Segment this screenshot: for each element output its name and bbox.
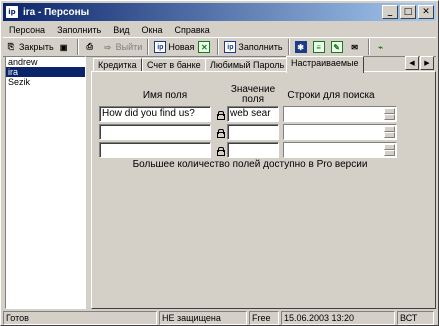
search-strings-spinner[interactable] <box>384 108 395 120</box>
exit-label: Выйти <box>115 42 143 52</box>
field-value-input[interactable] <box>227 142 279 158</box>
tab-favorite-password[interactable]: Любимый Пароль <box>205 58 290 72</box>
ip-new-icon: ip <box>154 41 167 53</box>
person-item-sezik[interactable]: Sezik <box>6 77 85 87</box>
status-bar: Готов НЕ защищена Free 15.06.2003 13:20 … <box>3 311 436 325</box>
window-title: ira - Персоны <box>23 6 90 18</box>
search-strings-input[interactable] <box>283 106 397 122</box>
toolbar: ⎘ Закрыть ▣ ⎙ ⇨ Выйти ip Новая ✕ ip Запо… <box>3 37 436 57</box>
menu-person[interactable]: Персона <box>3 25 51 35</box>
toolbar-separator <box>147 39 150 55</box>
star-icon: ✱ <box>294 41 307 53</box>
new-label: Новая <box>168 42 195 52</box>
list-icon: ≡ <box>312 41 325 53</box>
field-name-input[interactable] <box>99 124 211 140</box>
exit-button[interactable]: ⇨ Выйти <box>100 38 145 56</box>
persons-list[interactable]: andrew ira Sezik <box>5 56 86 309</box>
printer-icon: ⎙ <box>86 42 93 51</box>
header-search: Строки для поиска <box>287 90 375 101</box>
status-license: Free <box>249 311 279 325</box>
tab-strip: Кредитка Счет в банке Любимый Пароль Нас… <box>91 56 436 73</box>
star-button[interactable]: ✱ <box>293 38 311 56</box>
tab-custom[interactable]: Настраиваемые <box>286 56 364 73</box>
search-strings-input[interactable] <box>283 124 397 140</box>
toolbar-separator <box>287 39 290 55</box>
delete-x-icon: ✕ <box>198 41 211 53</box>
tab-scroll-right[interactable]: ▶ <box>420 56 434 70</box>
fill-label: Заполнить <box>238 42 283 52</box>
menu-windows[interactable]: Окна <box>136 25 169 35</box>
person-item-andrew[interactable]: andrew <box>6 57 85 67</box>
app-icon: ip <box>5 5 19 19</box>
mail-button[interactable]: ✉ <box>347 38 365 56</box>
persons-window: ip ira - Персоны _ □ ✕ Персона Заполнить… <box>0 0 439 326</box>
field-value-input[interactable]: web sear <box>227 106 279 122</box>
new-person-button[interactable]: ip Новая <box>152 38 196 56</box>
close-label: Закрыть <box>19 42 54 52</box>
title-bar[interactable]: ip ira - Персоны _ □ ✕ <box>3 3 436 21</box>
search-strings-input[interactable] <box>283 142 397 158</box>
tab-bank-account[interactable]: Счет в банке <box>142 58 206 72</box>
search-strings-spinner[interactable] <box>384 126 395 138</box>
menu-bar: Персона Заполнить Вид Окна Справка <box>3 22 436 37</box>
list-button[interactable]: ≡ <box>311 38 329 56</box>
header-value: Значение поля <box>230 84 276 105</box>
close-button[interactable]: ✕ <box>418 5 434 19</box>
pro-version-note: Большее количество полей доступно в Pro … <box>132 159 368 170</box>
minimize-button[interactable]: _ <box>382 5 398 19</box>
status-day: ВСТ <box>397 311 434 325</box>
status-state: Готов <box>3 311 157 325</box>
search-strings-spinner[interactable] <box>384 144 395 156</box>
save-button[interactable]: ▣ <box>56 38 74 56</box>
close-person-button[interactable]: ⎘ Закрыть <box>3 38 56 56</box>
plugin-button[interactable]: ⌁ <box>373 38 391 56</box>
toolbar-separator <box>367 39 370 55</box>
header-field-name: Имя поля <box>142 90 188 101</box>
fill-button[interactable]: ip Заполнить <box>222 38 284 56</box>
status-datetime: 15.06.2003 13:20 <box>281 311 395 325</box>
tab-credit-card[interactable]: Кредитка <box>93 58 142 72</box>
lock-icon[interactable] <box>215 128 225 138</box>
person-item-ira[interactable]: ira <box>6 67 85 77</box>
lock-icon[interactable] <box>215 110 225 120</box>
maximize-button[interactable]: □ <box>400 5 416 19</box>
toolbar-separator <box>76 39 79 55</box>
status-protection: НЕ защищена <box>159 311 247 325</box>
close-doc-icon: ⎘ <box>7 42 15 51</box>
pencil-icon: ✎ <box>330 41 343 53</box>
field-name-input[interactable]: How did you find us? <box>99 106 211 122</box>
menu-fill[interactable]: Заполнить <box>51 25 107 35</box>
toolbar-separator <box>217 39 220 55</box>
menu-help[interactable]: Справка <box>168 25 215 35</box>
delete-button[interactable]: ✕ <box>196 38 214 56</box>
floppy-icon: ▣ <box>59 42 68 52</box>
envelope-icon: ✉ <box>351 42 358 52</box>
exit-icon: ⇨ <box>104 42 112 52</box>
field-value-input[interactable] <box>227 124 279 140</box>
menu-view[interactable]: Вид <box>107 25 135 35</box>
plug-icon: ⌁ <box>378 42 383 52</box>
field-name-input[interactable] <box>99 142 211 158</box>
tab-scroll-left[interactable]: ◀ <box>405 56 419 70</box>
edit-button[interactable]: ✎ <box>329 38 347 56</box>
print-button[interactable]: ⎙ <box>82 38 100 56</box>
ip-fill-icon: ip <box>224 41 237 53</box>
lock-icon[interactable] <box>215 146 225 156</box>
